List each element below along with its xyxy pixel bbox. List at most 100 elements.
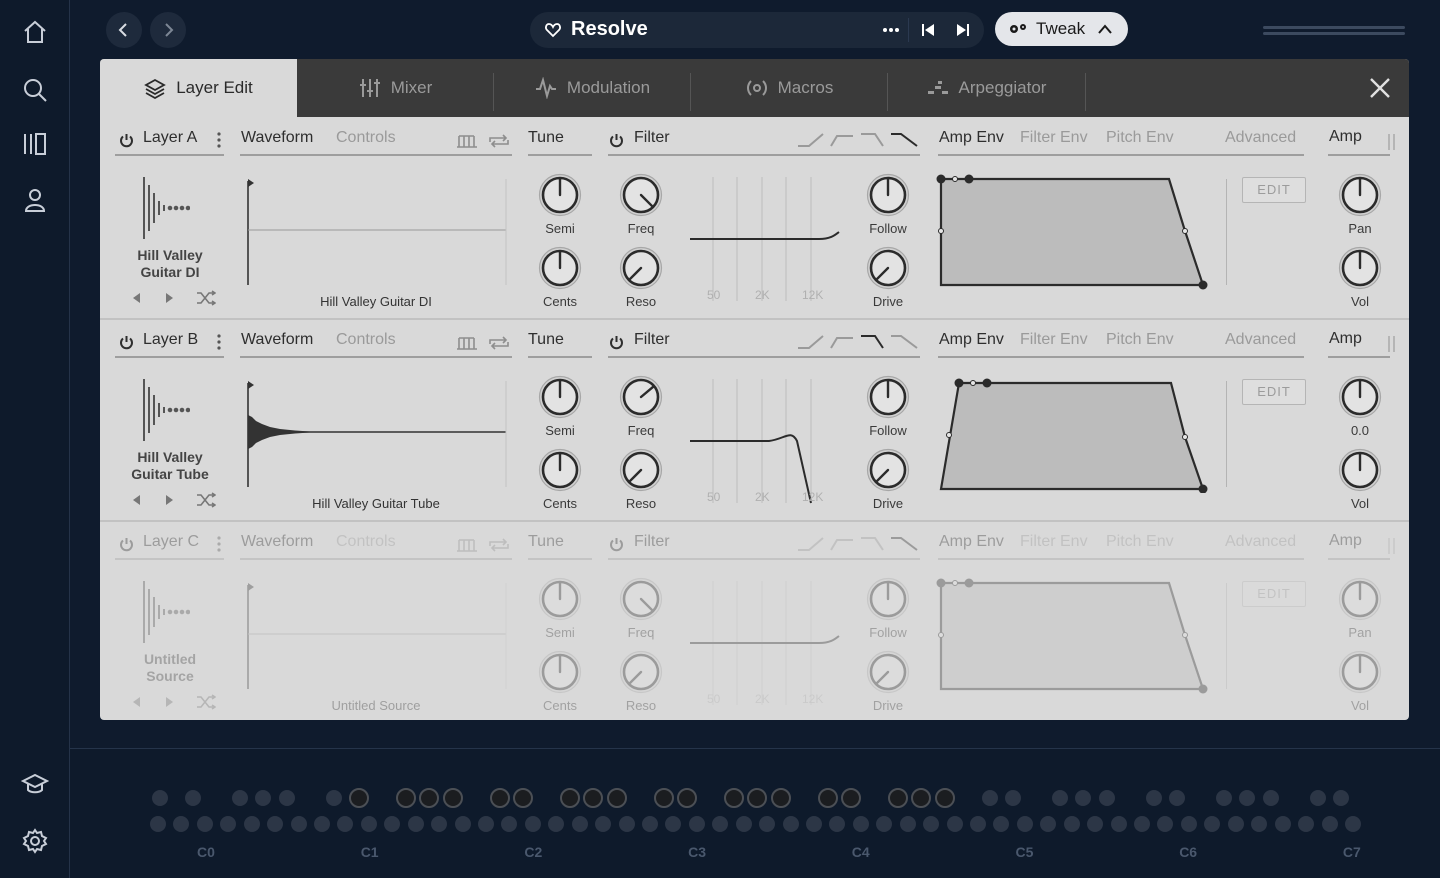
white-key[interactable] [759,816,776,832]
black-key[interactable] [349,788,370,808]
white-key[interactable] [1134,816,1151,832]
black-key[interactable] [677,788,698,808]
black-key[interactable] [1052,790,1069,806]
filter-power-icon[interactable] [609,335,624,350]
follow-knob[interactable] [866,375,910,419]
white-key[interactable] [1251,816,1268,832]
amp-envelope-graph[interactable] [935,169,1215,291]
black-key[interactable] [489,788,510,808]
white-key[interactable] [314,816,330,832]
pan-knob[interactable] [1338,577,1382,621]
black-key[interactable] [724,788,745,808]
white-key[interactable] [1040,816,1057,832]
amp-env-tab[interactable]: Amp Env [939,533,1004,551]
white-key[interactable] [970,816,987,832]
white-key[interactable] [243,816,260,832]
white-key[interactable] [712,816,729,832]
reso-knob[interactable] [619,246,663,290]
advanced-edit-button[interactable]: EDIT [1242,177,1306,203]
white-key[interactable] [1063,816,1080,832]
white-key[interactable] [876,816,893,832]
black-key[interactable] [185,790,202,806]
user-icon[interactable] [17,182,53,218]
previous-sample-icon[interactable] [130,696,142,708]
freq-knob[interactable] [619,173,663,217]
search-icon[interactable] [17,72,53,108]
controls-tab[interactable]: Controls [336,533,396,551]
white-key[interactable] [431,816,448,832]
advanced-tab[interactable]: Advanced [1225,331,1296,349]
semi-knob[interactable] [538,577,582,621]
white-key[interactable] [384,816,401,832]
drive-knob[interactable] [866,448,910,492]
controls-tab[interactable]: Controls [336,331,396,349]
black-key[interactable] [442,788,463,808]
tab-layer-edit[interactable]: Layer Edit [100,59,297,117]
white-key[interactable] [899,816,916,832]
layer-menu-icon[interactable] [212,131,226,149]
white-key[interactable] [501,816,518,832]
keyboard-map-icon[interactable] [456,133,478,149]
black-key[interactable] [1098,790,1115,806]
next-sample-icon[interactable] [164,292,176,304]
white-key[interactable] [1110,816,1127,832]
white-key[interactable] [524,816,541,832]
next-preset-icon[interactable] [953,20,973,40]
black-key[interactable] [1145,790,1162,806]
pan-knob[interactable] [1338,375,1382,419]
white-key[interactable] [173,816,190,832]
black-key[interactable] [1239,790,1256,806]
pan-knob[interactable] [1338,173,1382,217]
white-key[interactable] [806,816,823,832]
amp-envelope-graph[interactable] [935,371,1215,493]
settings-gear-icon[interactable] [17,823,53,859]
advanced-tab[interactable]: Advanced [1225,129,1296,147]
white-key[interactable] [196,816,213,832]
filter-power-icon[interactable] [609,537,624,552]
filter-env-tab[interactable]: Filter Env [1020,331,1088,349]
waveform-tab[interactable]: Waveform [241,129,313,147]
shuffle-icon[interactable] [196,694,216,710]
white-key[interactable] [782,816,799,832]
keyboard-map-icon[interactable] [456,537,478,553]
white-key[interactable] [1016,816,1033,832]
pitch-env-tab[interactable]: Pitch Env [1106,331,1174,349]
white-key[interactable] [993,816,1010,832]
layer-power-icon[interactable] [119,133,134,148]
amp-env-tab[interactable]: Amp Env [939,129,1004,147]
black-key[interactable] [1169,790,1186,806]
black-key[interactable] [1309,790,1326,806]
white-key[interactable] [267,816,284,832]
cents-knob[interactable] [538,448,582,492]
black-key[interactable] [151,790,168,806]
drive-knob[interactable] [866,246,910,290]
drag-handle-icon[interactable] [1388,134,1396,150]
library-icon[interactable] [17,126,53,162]
layer-menu-icon[interactable] [212,333,226,351]
learn-icon[interactable] [17,766,53,802]
drag-handle-icon[interactable] [1388,336,1396,352]
black-key[interactable] [770,788,791,808]
black-key[interactable] [325,790,342,806]
semi-knob[interactable] [538,173,582,217]
advanced-edit-button[interactable]: EDIT [1242,379,1306,405]
white-key[interactable] [454,816,471,832]
black-key[interactable] [606,788,627,808]
filter-type-icons[interactable] [797,131,919,149]
filter-env-tab[interactable]: Filter Env [1020,129,1088,147]
forward-button[interactable] [150,12,186,48]
white-key[interactable] [1274,816,1291,832]
follow-knob[interactable] [866,577,910,621]
vol-knob[interactable] [1338,246,1382,290]
white-key[interactable] [923,816,940,832]
black-key[interactable] [1216,790,1233,806]
tab-modulation[interactable]: Modulation [494,59,691,117]
white-key[interactable] [1344,816,1361,832]
advanced-tab[interactable]: Advanced [1225,533,1296,551]
white-key[interactable] [852,816,869,832]
white-key[interactable] [1298,816,1315,832]
layer-power-icon[interactable] [119,335,134,350]
filter-response-graph[interactable] [689,579,841,707]
white-key[interactable] [150,816,166,832]
follow-knob[interactable] [866,173,910,217]
